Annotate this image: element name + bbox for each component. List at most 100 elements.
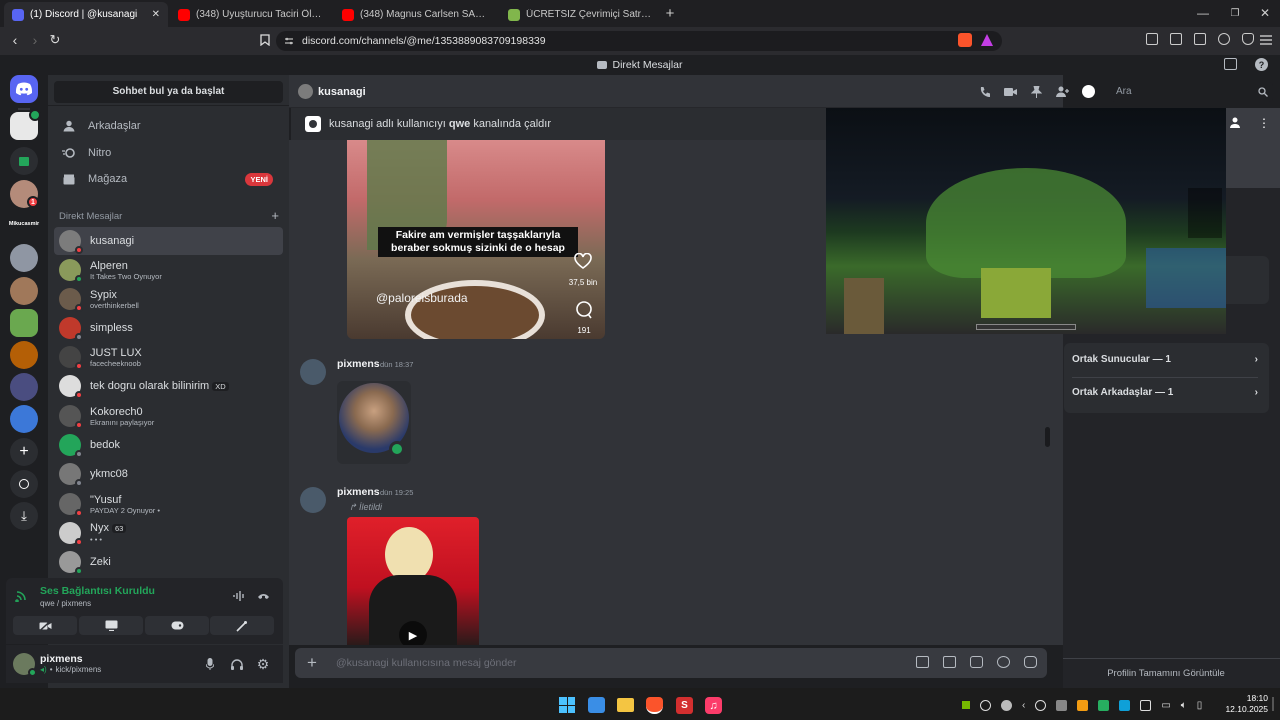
restore-button[interactable]: ❐ — [1228, 6, 1242, 20]
server-icon-5[interactable] — [10, 309, 38, 337]
user-profile-toggle-icon[interactable] — [1082, 85, 1095, 98]
widgets-icon[interactable] — [588, 697, 605, 713]
chat-header-avatar[interactable] — [298, 84, 313, 99]
network-icon[interactable]: ▭ — [1161, 700, 1170, 711]
dm-item[interactable]: bedok — [54, 431, 283, 459]
message-author[interactable]: pixmens — [337, 486, 380, 498]
back-icon[interactable]: ‹ — [8, 32, 22, 48]
brave-taskbar-icon[interactable] — [646, 697, 663, 714]
tray-icon-8[interactable] — [1140, 699, 1152, 711]
dm-item[interactable]: simpless — [54, 314, 283, 342]
mutual-friends-row[interactable]: Ortak Arkadaşlar — 1 › — [1072, 387, 1258, 398]
create-dm-icon[interactable]: + — [271, 209, 279, 222]
add-friend-icon[interactable] — [1230, 117, 1244, 131]
emoji-icon[interactable] — [997, 656, 1010, 668]
view-full-profile-link[interactable]: Profilin Tamamını Görüntüle — [1063, 668, 1269, 679]
tray-icon-5[interactable] — [1077, 699, 1089, 711]
new-tab-button[interactable]: + — [662, 5, 678, 22]
vpn-icon[interactable] — [1242, 33, 1254, 45]
find-conversation-button[interactable]: Sohbet bul ya da başlat — [54, 81, 283, 103]
like-icon[interactable] — [573, 252, 593, 270]
dm-item[interactable]: tek dogru olarak bilinirim XD — [54, 372, 283, 400]
steam-icon[interactable] — [1001, 699, 1012, 711]
volume-icon[interactable]: 🔈︎ — [1181, 700, 1187, 711]
comment-icon[interactable] — [574, 301, 594, 319]
server-folder[interactable] — [10, 147, 38, 175]
url-field[interactable]: discord.com/channels/@me/135388908370919… — [276, 31, 1002, 51]
sidebar-icon[interactable] — [1170, 33, 1182, 45]
browser-tab[interactable]: (348) Uyuşturucu Taciri Ölümle Karşı — [170, 2, 334, 27]
nav-shop[interactable]: Mağaza YENİ — [54, 166, 283, 192]
dm-item[interactable]: Kokorech0 Ekranını paylaşıyor — [54, 402, 283, 430]
tray-icon-7[interactable] — [1119, 699, 1131, 711]
more-options-icon[interactable]: ⋮ — [1258, 116, 1270, 130]
chat-scrollbar[interactable] — [1045, 427, 1050, 447]
server-icon-6[interactable] — [10, 341, 38, 369]
brave-rewards-icon[interactable] — [980, 33, 994, 47]
play-icon[interactable]: ▶ — [399, 621, 427, 645]
gif-icon[interactable] — [943, 656, 956, 668]
dm-item[interactable]: Alperen It Takes Two Oynuyor — [54, 256, 283, 284]
search-input[interactable]: Ara — [1111, 82, 1273, 102]
stream-preview[interactable] — [826, 108, 1226, 334]
call-banner-text[interactable]: kusanagi adlı kullanıcıyı qwe kanalında … — [329, 118, 551, 130]
add-friends-to-dm-icon[interactable] — [1056, 85, 1069, 98]
attach-plus-icon[interactable]: + — [304, 653, 320, 672]
server-icon-3[interactable] — [10, 244, 38, 272]
help-icon[interactable]: ? — [1255, 58, 1268, 71]
server-icon-4[interactable] — [10, 277, 38, 305]
music-taskbar-icon[interactable]: ♫ — [705, 697, 722, 714]
nav-nitro[interactable]: Nitro — [54, 140, 283, 166]
tray-icon-6[interactable] — [1098, 699, 1110, 711]
pin-icon[interactable] — [1030, 85, 1043, 98]
tray-icon-3[interactable] — [1035, 699, 1047, 711]
dm-item[interactable]: Zeki — [54, 548, 283, 576]
wallet-icon[interactable] — [1194, 33, 1206, 45]
file-explorer-icon[interactable] — [617, 698, 634, 712]
disconnect-icon[interactable] — [256, 590, 270, 602]
dm-item[interactable]: ykmc08 — [54, 460, 283, 488]
voice-status[interactable]: Ses Bağlantısı Kuruldu — [40, 585, 155, 597]
nav-friends[interactable]: Arkadaşlar — [54, 113, 283, 139]
dm-item[interactable]: "Yusuf PAYDAY 2 Oynuyor • — [54, 490, 283, 518]
tray-icon-2[interactable]: ‹ — [1022, 700, 1025, 711]
discord-home-button[interactable] — [10, 75, 38, 103]
apps-icon[interactable] — [1024, 656, 1037, 668]
embedded-video[interactable]: Fakire am vermişler taşşaklarıyla berabe… — [347, 140, 605, 339]
tray-icon-1[interactable] — [980, 699, 991, 711]
server-icon-1[interactable] — [10, 109, 41, 140]
show-desktop-button[interactable] — [1272, 697, 1274, 711]
bookmark-icon[interactable] — [258, 33, 272, 47]
sticker-icon[interactable] — [970, 656, 983, 668]
start-button[interactable] — [559, 697, 575, 713]
voice-call-icon[interactable] — [978, 85, 991, 98]
forward-icon[interactable]: › — [28, 32, 42, 48]
activities-button[interactable] — [145, 616, 209, 635]
explore-button[interactable] — [10, 470, 38, 498]
dm-item[interactable]: JUST LUX facecheeknoob — [54, 343, 283, 371]
minimize-button[interactable]: — — [1196, 6, 1210, 20]
video-call-icon[interactable] — [1004, 85, 1017, 98]
dm-item[interactable]: kusanagi — [54, 227, 283, 255]
user-avatar[interactable] — [13, 653, 37, 677]
add-server-button[interactable]: + — [10, 438, 38, 466]
headphones-icon[interactable] — [230, 657, 244, 671]
mutual-servers-row[interactable]: Ortak Sunucular — 1 › — [1072, 354, 1258, 365]
leo-icon[interactable] — [1218, 33, 1230, 45]
menu-icon[interactable] — [1259, 33, 1273, 47]
user-name[interactable]: pixmens — [40, 653, 83, 665]
clock[interactable]: 18:10 12.10.2025 — [1222, 693, 1268, 715]
browser-tab[interactable]: (1) Discord | @kusanagi ✕ — [4, 2, 168, 27]
screen-share-button[interactable] — [79, 616, 143, 635]
tray-icon-4[interactable] — [1056, 699, 1068, 711]
message-author[interactable]: pixmens — [337, 358, 380, 370]
dm-item[interactable]: Nyx 63 • • • — [54, 519, 283, 547]
browser-tab[interactable]: ÜCRETSİZ Çevrimiçi Satranç Oynayın — [500, 2, 664, 27]
voice-channel[interactable]: qwe / pixmens — [40, 599, 91, 608]
app-taskbar-icon[interactable]: S — [676, 697, 693, 714]
gift-icon[interactable] — [916, 656, 929, 668]
mic-icon[interactable] — [203, 657, 217, 671]
nvidia-icon[interactable] — [962, 701, 970, 709]
browser-tab[interactable]: (348) Magnus Carlsen SADECE 15 SA — [334, 2, 498, 27]
reader-icon[interactable] — [1146, 33, 1158, 45]
